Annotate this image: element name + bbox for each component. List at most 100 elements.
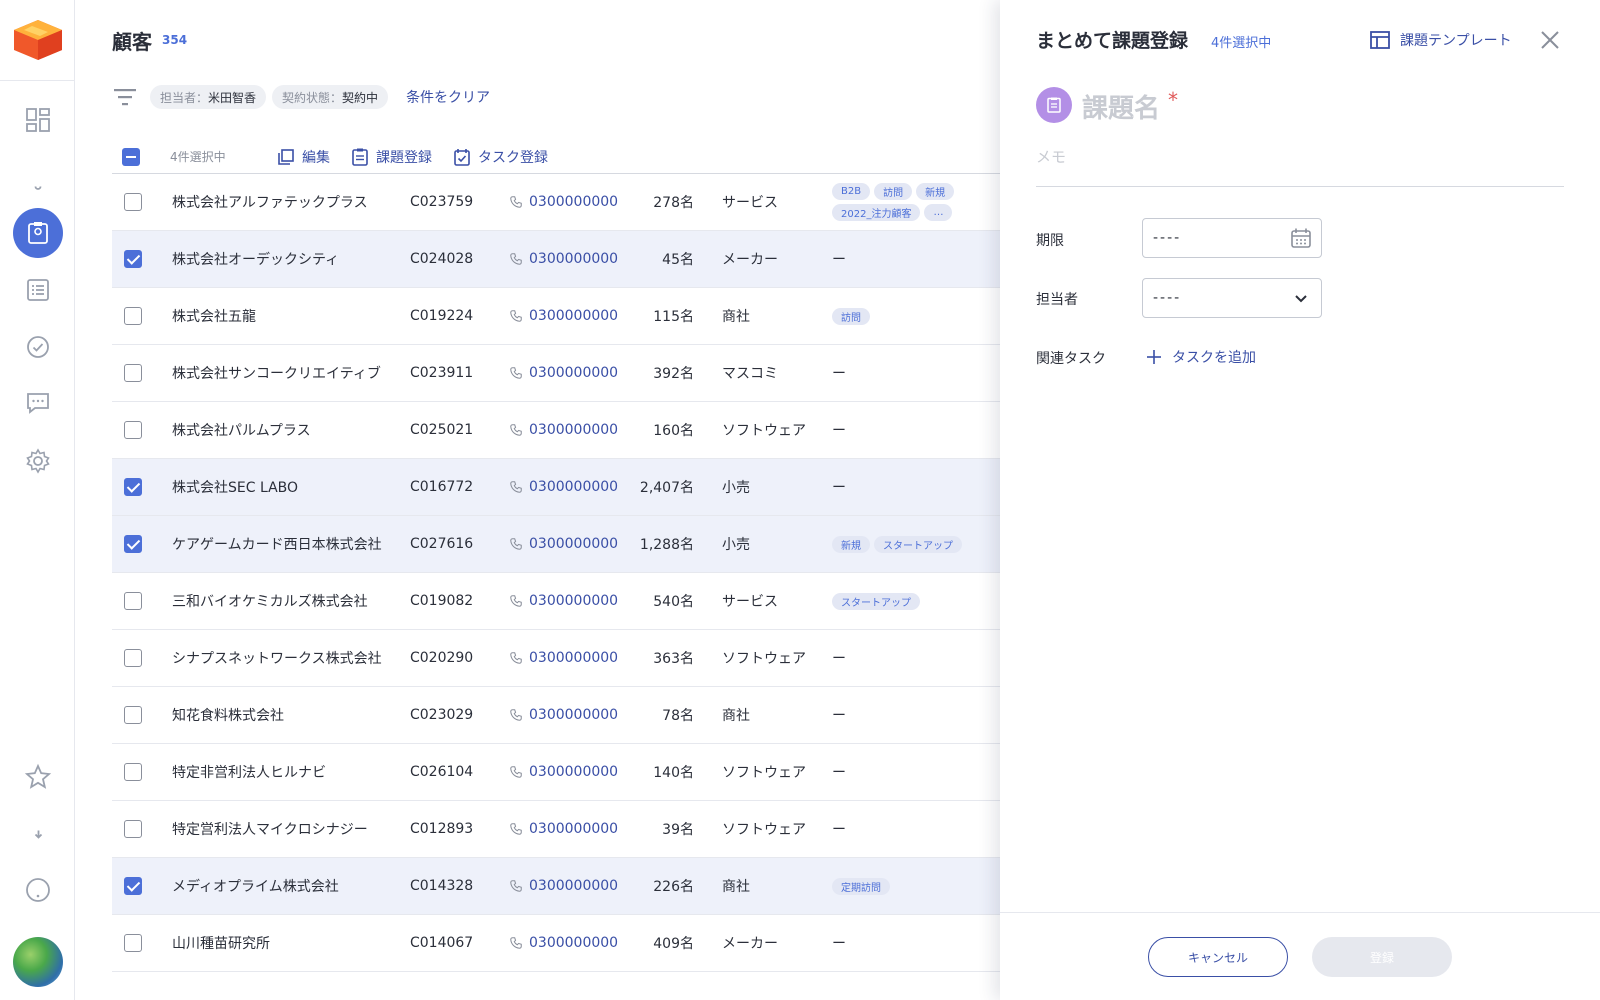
tag: スタートアップ [832, 592, 920, 610]
sidebar-item-dashboard[interactable] [13, 95, 63, 145]
filter-icon[interactable] [112, 86, 138, 108]
phone-number: 0300000000 [529, 764, 619, 780]
task-register-button[interactable]: タスク登録 [452, 147, 548, 167]
table-row[interactable]: シナプスネットワークス株式会社 C020290 0300000000 363名 ソフトウ… [112, 630, 1000, 687]
phone-link[interactable]: 0300000000 [509, 764, 618, 780]
empty-tags: ー [832, 480, 846, 496]
phone-icon [510, 823, 522, 835]
row-checkbox[interactable] [124, 592, 142, 610]
customer-name[interactable]: 株式会社サンコークリエイティブ [172, 363, 381, 383]
row-checkbox[interactable] [124, 250, 142, 268]
cancel-button[interactable]: キャンセル [1148, 937, 1288, 977]
sidebar-item-cloud-download[interactable] [13, 808, 63, 858]
phone-icon [510, 310, 522, 322]
sidebar-item-list[interactable] [13, 265, 63, 315]
sidebar-item-chat[interactable] [13, 378, 63, 428]
row-checkbox[interactable] [124, 364, 142, 382]
row-checkbox[interactable] [124, 307, 142, 325]
page-title: 顧客 [112, 30, 152, 54]
customer-name[interactable]: 三和バイオケミカルズ株式会社 [172, 591, 368, 611]
customer-name[interactable]: 株式会社SEC LABO [172, 477, 298, 497]
customer-name[interactable]: 株式会社アルファテックプラス [172, 192, 368, 212]
close-icon[interactable] [1538, 28, 1562, 52]
sidebar-item-check-circle[interactable] [13, 322, 63, 372]
row-checkbox[interactable] [124, 934, 142, 952]
phone-icon [510, 424, 522, 436]
filter-chip-assignee[interactable]: 担当者： 米田智香 [150, 85, 267, 109]
phone-link[interactable]: 0300000000 [509, 707, 618, 723]
phone-link[interactable]: 0300000000 [509, 365, 618, 381]
table-row[interactable]: 株式会社オーデックシティ C024028 0300000000 45名 メーカー ー [112, 231, 1000, 288]
app-logo[interactable] [12, 18, 64, 62]
select-all-checkbox[interactable] [122, 147, 140, 166]
table-row[interactable]: 特定営利法人マイクロシナジー C012893 0300000000 39名 ソフトウェア… [112, 801, 1000, 858]
sidebar-item-customer-card[interactable] [13, 208, 63, 258]
row-checkbox[interactable] [124, 421, 142, 439]
phone-link[interactable]: 0300000000 [509, 308, 618, 324]
memo-input[interactable]: メモ [1036, 146, 1066, 167]
assignee-value: ---- [1153, 290, 1182, 306]
phone-link[interactable]: 0300000000 [509, 878, 618, 894]
customer-name[interactable]: 株式会社オーデックシティ [172, 249, 339, 269]
sidebar-item-star[interactable] [13, 752, 63, 802]
customer-code: C025021 [410, 422, 474, 438]
filter-chip-contract[interactable]: 契約状態： 契約中 [272, 85, 389, 109]
row-checkbox[interactable] [124, 535, 142, 553]
table-row[interactable]: 特定非営利法人ヒルナビ C026104 0300000000 140名 ソフトウェア ー [112, 744, 1000, 801]
phone-link[interactable]: 0300000000 [509, 536, 618, 552]
phone-link[interactable]: 0300000000 [509, 821, 618, 837]
table-row[interactable]: 知花食料株式会社 C023029 0300000000 78名 商社 ー [112, 687, 1000, 744]
phone-link[interactable]: 0300000000 [509, 251, 618, 267]
customer-name[interactable]: 特定営利法人マイクロシナジー [172, 819, 368, 839]
clear-filters-link[interactable]: 条件をクリア [406, 87, 490, 107]
table-row[interactable]: ケアゲームカード西日本株式会社 C027616 0300000000 1,288名 小売… [112, 516, 1000, 573]
phone-link[interactable]: 0300000000 [509, 194, 618, 210]
row-checkbox[interactable] [124, 649, 142, 667]
customer-name[interactable]: 知花食料株式会社 [172, 705, 284, 725]
sidebar-item-gear[interactable] [13, 436, 63, 486]
customer-name[interactable]: メディオプライム株式会社 [172, 876, 339, 896]
table-row[interactable]: メディオプライム株式会社 C014328 0300000000 226名 商社 定期訪問 [112, 858, 1000, 915]
phone-link[interactable]: 0300000000 [509, 935, 618, 951]
customer-name[interactable]: 特定非営利法人ヒルナビ [172, 762, 326, 782]
table-row[interactable]: 山川種苗研究所 C014067 0300000000 409名 メーカー ー [112, 915, 1000, 972]
empty-tags: ー [832, 936, 846, 952]
table-row[interactable]: 株式会社サンコークリエイティブ C023911 0300000000 392名 マスコミ… [112, 345, 1000, 402]
edit-button[interactable]: 編集 [276, 147, 330, 167]
row-checkbox[interactable] [124, 877, 142, 895]
issue-template-button[interactable]: 課題テンプレート [1368, 28, 1512, 52]
phone-link[interactable]: 0300000000 [509, 479, 618, 495]
customer-name[interactable]: 株式会社五龍 [172, 306, 256, 326]
issue-register-button[interactable]: 課題登録 [350, 147, 432, 167]
add-task-button[interactable]: タスクを追加 [1146, 347, 1256, 367]
row-checkbox[interactable] [124, 478, 142, 496]
filter-chip-key: 契約状態： [282, 90, 343, 105]
avatar[interactable] [13, 937, 63, 987]
customer-name[interactable]: シナプスネットワークス株式会社 [172, 648, 382, 668]
table-row[interactable]: 株式会社SEC LABO C016772 0300000000 2,407名 小売 ー [112, 459, 1000, 516]
issue-name-input[interactable]: 課題名 [1082, 88, 1160, 125]
row-checkbox[interactable] [124, 763, 142, 781]
phone-number: 0300000000 [529, 650, 619, 666]
assignee-select[interactable]: ---- [1142, 278, 1322, 318]
phone-link[interactable]: 0300000000 [509, 650, 618, 666]
calendar-icon[interactable] [1289, 226, 1313, 250]
row-checkbox[interactable] [124, 193, 142, 211]
row-checkbox[interactable] [124, 706, 142, 724]
sidebar-item-help[interactable] [13, 865, 63, 915]
sidebar-item-bell[interactable] [13, 152, 63, 202]
table-row[interactable]: 株式会社五龍 C019224 0300000000 115名 商社 訪問 [112, 288, 1000, 345]
tag-list: B2B 訪問 新規 2022_注力顧客… [832, 183, 1000, 221]
phone-link[interactable]: 0300000000 [509, 593, 618, 609]
row-checkbox[interactable] [124, 820, 142, 838]
submit-button[interactable]: 登録 [1312, 937, 1452, 977]
table-row[interactable]: 株式会社パルムプラス C025021 0300000000 160名 ソフトウェア ー [112, 402, 1000, 459]
customer-name[interactable]: 株式会社パルムプラス [172, 420, 311, 440]
table-row[interactable]: 株式会社アルファテックプラス C023759 0300000000 278名 サービス B… [112, 174, 1000, 231]
deadline-field[interactable]: ---- [1142, 218, 1322, 258]
customer-name[interactable]: ケアゲームカード西日本株式会社 [172, 534, 382, 554]
customer-code: C027616 [410, 536, 474, 552]
table-row[interactable]: 三和バイオケミカルズ株式会社 C019082 0300000000 540名 サービス ス… [112, 573, 1000, 630]
customer-name[interactable]: 山川種苗研究所 [172, 933, 270, 953]
phone-link[interactable]: 0300000000 [509, 422, 618, 438]
